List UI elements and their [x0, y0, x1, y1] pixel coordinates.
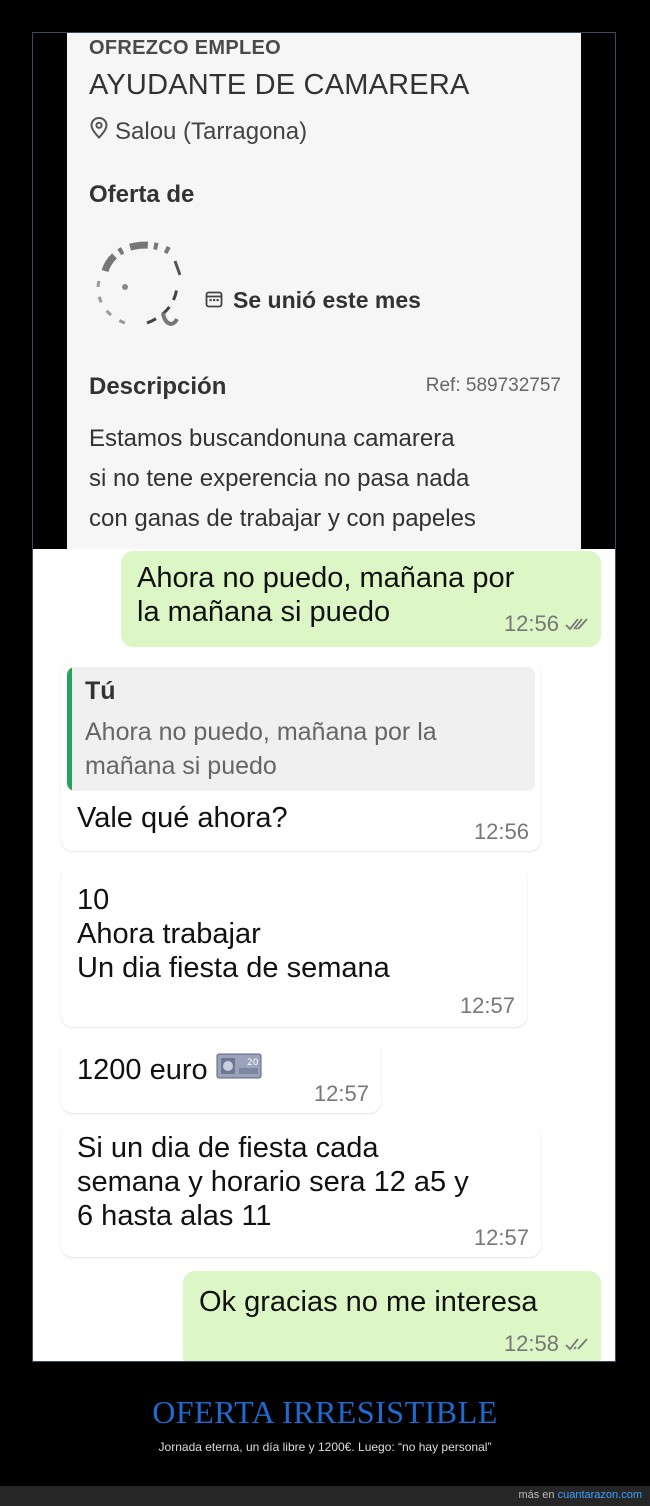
euro-banknote-icon: 20 [216, 1053, 262, 1087]
message-time: 12:56 [473, 819, 529, 844]
message-line: la mañana si puedo [137, 596, 391, 628]
quote-line: Ahora no puedo, mañana por la [85, 718, 437, 746]
job-listing: OFREZCO EMPLEO AYUDANTE DE CAMARERA Salo… [33, 33, 615, 549]
joined-info: Se unió este mes [205, 287, 421, 314]
location-pin-icon [89, 116, 109, 146]
chat-conversation: Ahora no puedo, mañana por la mañana si … [33, 549, 615, 1361]
incoming-message[interactable]: Tú Ahora no puedo, mañana por la mañana … [61, 661, 541, 851]
message-text: Ok gracias no me interesa [199, 1286, 538, 1318]
description-line: si no tene experencia no pasa nada [89, 465, 470, 492]
message-line: Ahora trabajar [77, 918, 261, 950]
description-heading: Descripción [89, 373, 227, 400]
job-card: OFREZCO EMPLEO AYUDANTE DE CAMARERA Salo… [67, 33, 581, 549]
job-title: AYUDANTE DE CAMARERA [89, 69, 470, 101]
offer-label: Oferta de [89, 181, 195, 208]
quote-line: mañana si puedo [85, 752, 277, 780]
message-line: Ahora no puedo, mañana por [137, 562, 515, 594]
double-check-icon [565, 1331, 589, 1357]
meme-headline: OFERTA IRRESISTIBLE [152, 1394, 498, 1430]
job-location: Salou (Tarragona) [89, 116, 308, 146]
screenshot-frame: OFREZCO EMPLEO AYUDANTE DE CAMARERA Salo… [32, 32, 616, 1362]
source-prefix: más en [518, 1489, 555, 1501]
message-text: 1200 euro [77, 1054, 208, 1086]
joined-text: Se unió este mes [233, 287, 421, 313]
source-link[interactable]: cuantarazon.com [558, 1489, 642, 1501]
job-description: Estamos buscandonuna camarera si no tene… [89, 419, 569, 539]
source-text: más en cuantarazon.com [518, 1489, 642, 1501]
incoming-message[interactable]: 10 Ahora trabajar Un dia fiesta de seman… [61, 865, 527, 1027]
message-time: 12:58 [503, 1331, 559, 1356]
svg-text:20: 20 [247, 1058, 259, 1068]
outgoing-message[interactable]: Ahora no puedo, mañana por la mañana si … [121, 551, 601, 647]
double-check-icon [565, 611, 589, 637]
quote-text: Ahora no puedo, mañana por la mañana si … [85, 715, 525, 783]
message-line: semana y horario sera 12 a5 y [77, 1166, 469, 1198]
message-time: 12:57 [473, 1225, 529, 1250]
source-bar: más en cuantarazon.com [0, 1486, 650, 1506]
meme-caption: Jornada eterna, un día libre y 1200€. Lu… [158, 1440, 492, 1454]
message-text: Vale qué ahora? [77, 802, 288, 834]
avatar[interactable] [85, 231, 191, 329]
location-text: Salou (Tarragona) [115, 117, 308, 145]
incoming-message[interactable]: 1200 euro 20 12:57 [61, 1039, 381, 1113]
calendar-icon [205, 287, 223, 314]
outgoing-message[interactable]: Ok gracias no me interesa 12:58 [183, 1271, 601, 1361]
message-line: Si un dia de fiesta cada [77, 1132, 379, 1164]
message-line: Un dia fiesta de semana [77, 952, 390, 984]
message-line: 6 hasta alas 11 [77, 1200, 272, 1232]
message-time: 12:57 [313, 1081, 369, 1106]
quote-author: Tú [85, 677, 116, 705]
reference-number: Ref: 589732757 [425, 375, 561, 396]
message-time: 12:57 [459, 993, 515, 1018]
description-line: Estamos buscandonuna camarera [89, 425, 455, 452]
quoted-reply[interactable]: Tú Ahora no puedo, mañana por la mañana … [67, 667, 535, 791]
job-category: OFREZCO EMPLEO [89, 37, 281, 59]
message-line: 10 [77, 884, 110, 916]
quote-bar [67, 667, 72, 791]
description-line: con ganas de trabajar y con papeles [89, 505, 476, 532]
incoming-message[interactable]: Si un dia de fiesta cada semana y horari… [61, 1123, 541, 1257]
message-time: 12:56 [503, 611, 559, 636]
